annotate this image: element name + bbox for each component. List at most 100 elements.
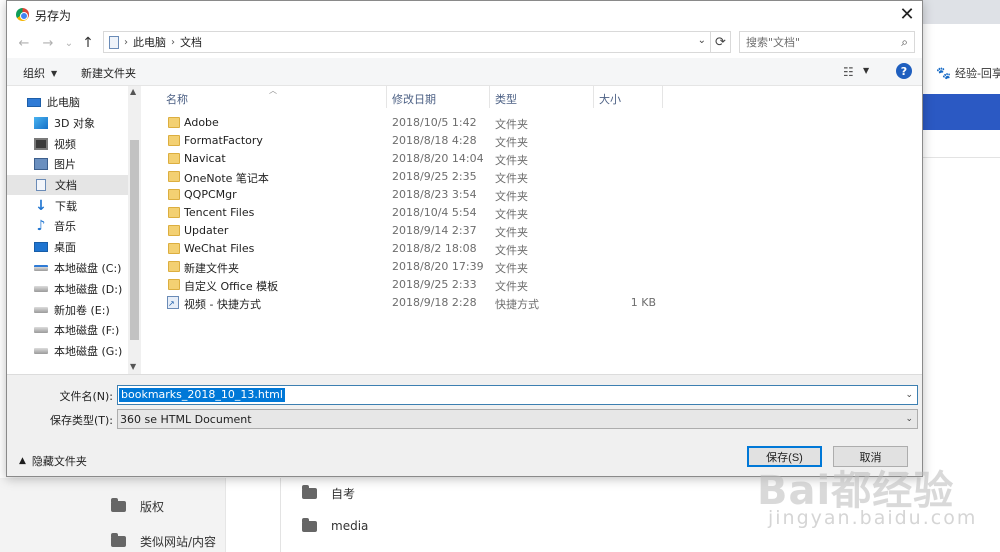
nav-item-desktop[interactable]: 桌面: [7, 237, 128, 257]
file-row[interactable]: Tencent Files 2018/10/4 5:54 文件夹: [141, 204, 922, 222]
nav-item-downloads[interactable]: ↓ 下载: [7, 196, 128, 216]
video-icon: [34, 138, 48, 150]
scroll-up-arrow-icon[interactable]: ▲: [130, 87, 136, 96]
nav-item-drive-c[interactable]: 本地磁盘 (C:): [7, 258, 128, 278]
hide-folders-toggle[interactable]: ▲ 隐藏文件夹: [19, 453, 87, 469]
nav-item-drive-d[interactable]: 本地磁盘 (D:): [7, 279, 128, 299]
nav-item-this-pc[interactable]: 此电脑: [7, 92, 128, 112]
file-name: WeChat Files: [184, 242, 255, 255]
folder-icon: [168, 207, 180, 218]
file-row[interactable]: 自定义 Office 模板 2018/9/25 2:33 文件夹: [141, 276, 922, 294]
file-name: 自定义 Office 模板: [184, 280, 279, 293]
file-name: 新建文件夹: [184, 262, 239, 275]
file-name: 视频 - 快捷方式: [184, 298, 261, 311]
folder-icon: [168, 117, 180, 128]
chevron-down-icon[interactable]: ⌄: [905, 390, 913, 400]
folder-icon: [302, 517, 317, 532]
file-row[interactable]: Updater 2018/9/14 2:37 文件夹: [141, 222, 922, 240]
drive-c-icon: [34, 265, 48, 271]
page-folder-item[interactable]: 自考: [302, 485, 355, 502]
computer-icon: [27, 97, 41, 107]
filename-input[interactable]: bookmarks_2018_10_13.html ⌄: [117, 385, 918, 405]
page-header-bar: [922, 94, 1000, 130]
bookmark-label: 经验-回享: [954, 67, 1000, 80]
nav-item-pictures[interactable]: 图片: [7, 154, 128, 174]
filetype-select[interactable]: 360 se HTML Document ⌄: [117, 409, 918, 429]
folder-icon: [168, 135, 180, 146]
dialog-titlebar[interactable]: 另存为 ✕: [7, 1, 922, 28]
nav-item-label: 本地磁盘 (G:): [54, 345, 123, 358]
nav-item-music[interactable]: ♪ 音乐: [7, 216, 128, 236]
nav-item-drive-f[interactable]: 本地磁盘 (F:): [7, 320, 128, 340]
file-type: 文件夹: [495, 226, 528, 239]
file-row[interactable]: 视频 - 快捷方式 2018/9/18 2:28 快捷方式 1 KB: [141, 294, 922, 312]
column-divider[interactable]: [593, 86, 594, 108]
scrollbar-thumb[interactable]: [130, 140, 139, 340]
recent-locations-button[interactable]: ⌄: [60, 34, 78, 52]
column-header-size[interactable]: 大小: [599, 91, 621, 107]
chevron-down-icon[interactable]: ⌄: [905, 414, 913, 424]
view-options-icon[interactable]: ☷: [843, 65, 854, 79]
file-type: 文件夹: [495, 244, 528, 257]
caret-down-icon[interactable]: ▼: [863, 66, 869, 75]
chrome-icon: [16, 8, 29, 21]
page-folder-item[interactable]: media: [302, 517, 369, 533]
folder-icon: [111, 498, 126, 512]
nav-item-drive-g[interactable]: 本地磁盘 (G:): [7, 341, 128, 361]
file-name: OneNote 笔记本: [184, 172, 269, 185]
breadcrumb-documents[interactable]: 文档: [180, 34, 202, 50]
folder-icon: [168, 153, 180, 164]
address-bar[interactable]: › 此电脑 › 文档 ⌄: [103, 31, 711, 53]
command-toolbar: 组织 ▼ 新建文件夹 ☷ ▼ ?: [7, 58, 922, 86]
file-row[interactable]: Adobe 2018/10/5 1:42 文件夹: [141, 114, 922, 132]
file-date: 2018/10/5 1:42: [392, 116, 477, 129]
page-sidebar-label: 版权: [140, 500, 165, 514]
nav-item-documents[interactable]: 文档: [7, 175, 128, 195]
nav-item-videos[interactable]: 视频: [7, 134, 128, 154]
file-row[interactable]: Navicat 2018/8/20 14:04 文件夹: [141, 150, 922, 168]
search-box[interactable]: 搜索"文档" ⌕: [739, 31, 915, 53]
refresh-button[interactable]: ⟳: [711, 31, 731, 53]
scroll-down-arrow-icon[interactable]: ▼: [130, 362, 136, 371]
baidu-watermark-url: jingyan.baidu.com: [768, 507, 978, 529]
nav-pane-scrollbar[interactable]: ▲ ▼: [128, 86, 141, 374]
file-name: Navicat: [184, 152, 226, 165]
drive-icon: [34, 327, 48, 333]
file-row[interactable]: FormatFactory 2018/8/18 4:28 文件夹: [141, 132, 922, 150]
nav-item-label: 3D 对象: [54, 117, 95, 130]
page-folder-label: media: [331, 519, 369, 533]
file-row[interactable]: QQPCMgr 2018/8/23 3:54 文件夹: [141, 186, 922, 204]
back-button[interactable]: ←: [15, 34, 33, 52]
column-divider[interactable]: [489, 86, 490, 108]
file-name: Adobe: [184, 116, 219, 129]
help-icon[interactable]: ?: [896, 63, 912, 79]
column-header-name[interactable]: 名称: [166, 91, 188, 107]
3d-objects-icon: [34, 117, 48, 129]
page-sidebar-item[interactable]: 版权: [111, 498, 164, 515]
folder-icon: [168, 243, 180, 254]
page-sidebar-item[interactable]: 类似网站/内容: [111, 533, 216, 550]
file-row[interactable]: OneNote 笔记本 2018/9/25 2:35 文件夹: [141, 168, 922, 186]
new-folder-button[interactable]: 新建文件夹: [81, 65, 136, 81]
forward-button[interactable]: →: [39, 34, 57, 52]
close-button[interactable]: ✕: [892, 2, 922, 26]
file-row[interactable]: WeChat Files 2018/8/2 18:08 文件夹: [141, 240, 922, 258]
bookmark-item[interactable]: 🐾 经验-回享: [936, 64, 1000, 82]
chevron-down-icon[interactable]: ⌄: [698, 35, 706, 46]
search-icon[interactable]: ⌕: [901, 35, 908, 50]
nav-item-label: 本地磁盘 (F:): [54, 324, 120, 337]
drive-icon: [34, 286, 48, 292]
organize-menu[interactable]: 组织 ▼: [23, 65, 57, 81]
column-divider[interactable]: [386, 86, 387, 108]
nav-item-3d-objects[interactable]: 3D 对象: [7, 113, 128, 133]
page-sidebar-label: 类似网站/内容: [140, 535, 217, 549]
breadcrumb-this-pc[interactable]: 此电脑: [133, 34, 166, 50]
documents-location-icon: [109, 35, 119, 49]
column-header-type[interactable]: 类型: [495, 91, 517, 107]
file-row[interactable]: 新建文件夹 2018/8/20 17:39 文件夹: [141, 258, 922, 276]
column-divider[interactable]: [662, 86, 663, 108]
up-button[interactable]: ↑: [79, 34, 97, 52]
folder-icon: [168, 171, 180, 182]
nav-item-drive-e[interactable]: 新加卷 (E:): [7, 300, 128, 320]
column-header-date[interactable]: 修改日期: [392, 91, 436, 107]
